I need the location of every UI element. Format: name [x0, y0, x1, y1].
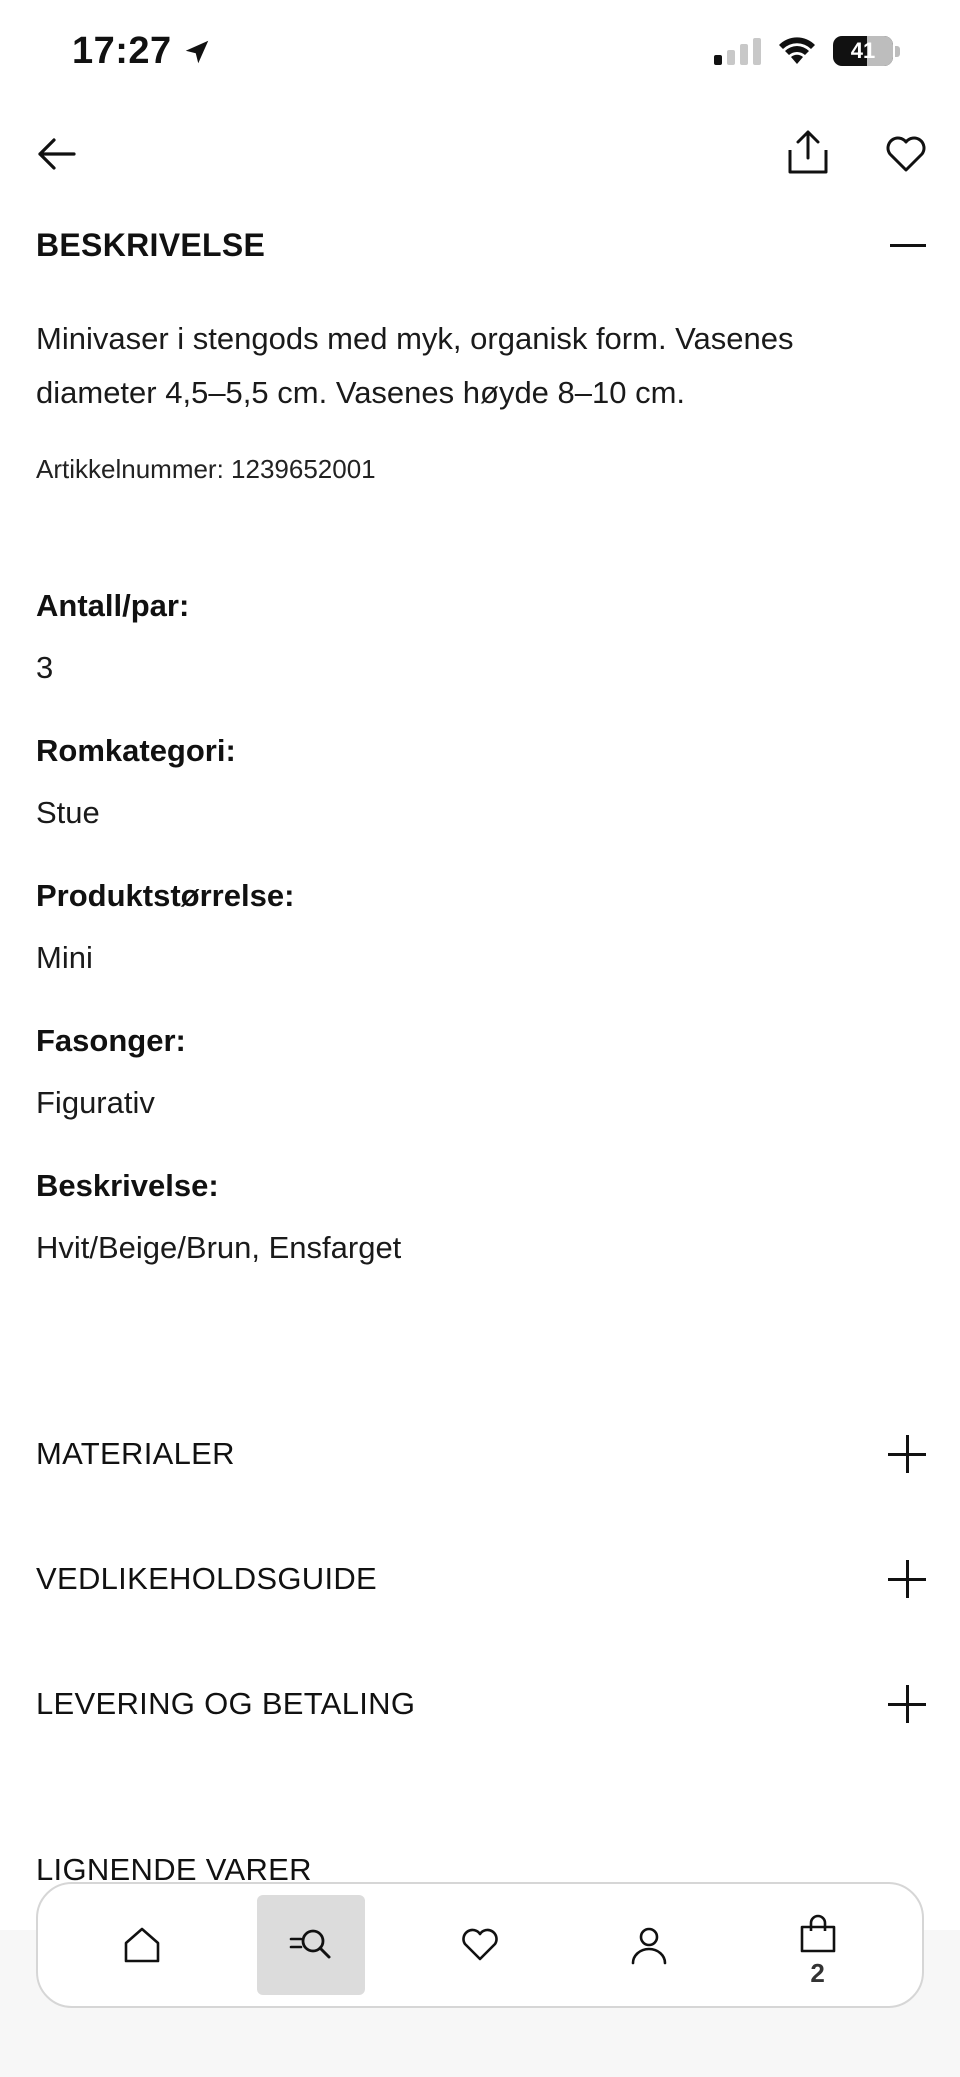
battery-icon: 41: [833, 36, 893, 66]
attribute-label: Romkategori:: [36, 733, 236, 768]
status-time: 17:27: [72, 30, 172, 72]
accordion-label: MATERIALER: [36, 1436, 235, 1471]
attribute-item: Romkategori: Stue: [36, 729, 916, 874]
battery-wrap: 41: [833, 36, 900, 66]
cellular-signal-icon: [714, 37, 761, 65]
status-time-wrap: 17:27: [72, 30, 212, 73]
attribute-value: Figurativ: [36, 1085, 155, 1120]
status-bar: 17:27 41: [0, 0, 960, 110]
tab-cart[interactable]: 2: [764, 1895, 872, 1995]
attribute-value: Mini: [36, 940, 93, 975]
attribute-item: Fasonger: Figurativ: [36, 1019, 916, 1164]
arrow-left-icon[interactable]: [34, 132, 78, 176]
attribute-label: Beskrivelse:: [36, 1168, 219, 1203]
plus-icon[interactable]: [888, 1560, 926, 1598]
location-arrow-icon: [185, 40, 208, 63]
tab-home[interactable]: [88, 1895, 196, 1995]
home-icon: [125, 1927, 160, 1963]
heart-icon: [462, 1928, 498, 1961]
share-icon[interactable]: [786, 128, 830, 178]
accordion-label: VEDLIKEHOLDSGUIDE: [36, 1561, 378, 1596]
attribute-label: Fasonger:: [36, 1023, 186, 1058]
attribute-item: Beskrivelse: Hvit/Beige/Brun, Ensfarget: [36, 1164, 916, 1309]
user-icon: [631, 1927, 667, 1965]
accordion-delivery-payment[interactable]: LEVERING OG BETALING: [36, 1674, 926, 1734]
bottom-tab-bar: 2: [36, 1882, 924, 2008]
status-indicators: 41: [714, 36, 900, 66]
attribute-value: Stue: [36, 795, 100, 830]
cart-count-badge: 2: [810, 1958, 825, 1988]
attribute-item: Produktstørrelse: Mini: [36, 874, 916, 1019]
plus-icon[interactable]: [888, 1685, 926, 1723]
tab-favorites[interactable]: [426, 1895, 534, 1995]
accordion-care-guide[interactable]: VEDLIKEHOLDSGUIDE: [36, 1549, 926, 1609]
section-title: BESKRIVELSE: [36, 226, 266, 263]
attribute-label: Produktstørrelse:: [36, 878, 295, 913]
attribute-label: Antall/par:: [36, 588, 190, 623]
attribute-value: Hvit/Beige/Brun, Ensfarget: [36, 1230, 402, 1265]
wifi-icon: [779, 37, 815, 64]
attribute-list: Antall/par: 3 Romkategori: Stue Produkts…: [36, 584, 916, 1309]
article-number: Artikkelnummer: 1239652001: [36, 454, 376, 484]
plus-icon[interactable]: [888, 1435, 926, 1473]
heart-icon[interactable]: [884, 132, 928, 176]
attribute-value: 3: [36, 650, 54, 685]
description-section-header[interactable]: BESKRIVELSE: [36, 220, 926, 270]
attribute-item: Antall/par: 3: [36, 584, 916, 729]
accordion-materials[interactable]: MATERIALER: [36, 1424, 926, 1484]
collapse-minus-icon[interactable]: [890, 243, 926, 247]
top-nav: [0, 122, 960, 192]
product-description: Minivaser i stengods med myk, organisk f…: [36, 321, 794, 410]
shopping-bag-icon: [800, 1914, 835, 1953]
accordion-label: LEVERING OG BETALING: [36, 1686, 416, 1721]
search-icon: [289, 1929, 331, 1959]
tab-search[interactable]: [257, 1895, 366, 1995]
tab-account[interactable]: [595, 1895, 703, 1995]
battery-level: 41: [850, 38, 876, 63]
